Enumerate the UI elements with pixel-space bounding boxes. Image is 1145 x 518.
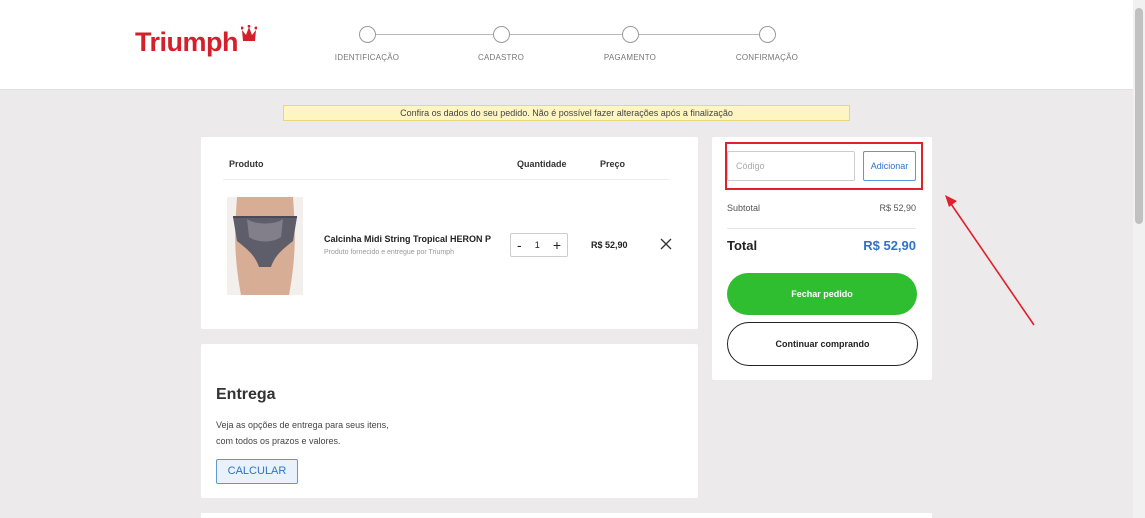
page-scrollbar[interactable] xyxy=(1133,0,1145,518)
step-circle-icon xyxy=(358,26,376,43)
step-confirmacao: CONFIRMAÇÃO xyxy=(707,26,827,62)
step-cadastro: CADASTRO xyxy=(441,26,561,62)
calculate-shipping-button[interactable]: CALCULAR xyxy=(216,459,298,484)
step-label: CADASTRO xyxy=(477,53,525,62)
step-label: PAGAMENTO xyxy=(603,53,657,62)
annotation-highlight-box xyxy=(725,142,923,190)
product-image[interactable] xyxy=(227,197,303,295)
header-price: Preço xyxy=(600,159,626,169)
step-circle-icon xyxy=(758,26,776,43)
step-circle-icon xyxy=(621,26,639,43)
scrollbar-thumb[interactable] xyxy=(1135,8,1143,224)
divider xyxy=(223,179,670,180)
delivery-description: Veja as opções de entrega para seus iten… xyxy=(216,420,389,446)
step-label: CONFIRMAÇÃO xyxy=(735,53,799,62)
step-identificacao: IDENTIFICAÇÃO xyxy=(307,26,427,62)
product-name[interactable]: Calcinha Midi String Tropical HERON P xyxy=(324,234,491,244)
brand-logo[interactable]: Triumph xyxy=(135,25,257,58)
divider xyxy=(727,228,916,229)
brand-name: Triumph xyxy=(135,27,239,57)
quantity-stepper: - 1 + xyxy=(510,233,568,257)
subtotal-value: R$ 52,90 xyxy=(879,203,916,213)
continue-shopping-button[interactable]: Continuar comprando xyxy=(727,322,918,366)
delivery-card: Entrega Veja as opções de entrega para s… xyxy=(201,344,698,498)
header-quantity: Quantidade xyxy=(517,159,567,169)
close-icon[interactable] xyxy=(659,237,673,251)
order-notice: Confira os dados do seu pedido. Não é po… xyxy=(283,105,850,121)
product-seller: Produto fornecido e entregue por Triumph xyxy=(324,249,454,256)
step-pagamento: PAGAMENTO xyxy=(570,26,690,62)
cart-card: Produto Quantidade Preço Calcinha Midi S… xyxy=(201,137,698,329)
subtotal-label: Subtotal xyxy=(727,203,761,213)
decrease-quantity-button[interactable]: - xyxy=(517,238,522,252)
increase-quantity-button[interactable]: + xyxy=(553,238,561,252)
site-header: Triumph IDENTIFICAÇÃO CADASTRO PAGAMENTO… xyxy=(0,0,1133,90)
product-price: R$ 52,90 xyxy=(591,240,628,250)
step-circle-icon xyxy=(492,26,510,43)
total-value: R$ 52,90 xyxy=(863,238,916,253)
next-section-card xyxy=(201,513,932,518)
crown-icon xyxy=(241,25,257,41)
quantity-value[interactable]: 1 xyxy=(535,240,540,250)
step-label: IDENTIFICAÇÃO xyxy=(334,53,400,62)
checkout-button[interactable]: Fechar pedido xyxy=(727,273,917,315)
delivery-title: Entrega xyxy=(216,386,276,403)
header-product: Produto xyxy=(229,159,264,169)
total-label: Total xyxy=(727,238,758,253)
